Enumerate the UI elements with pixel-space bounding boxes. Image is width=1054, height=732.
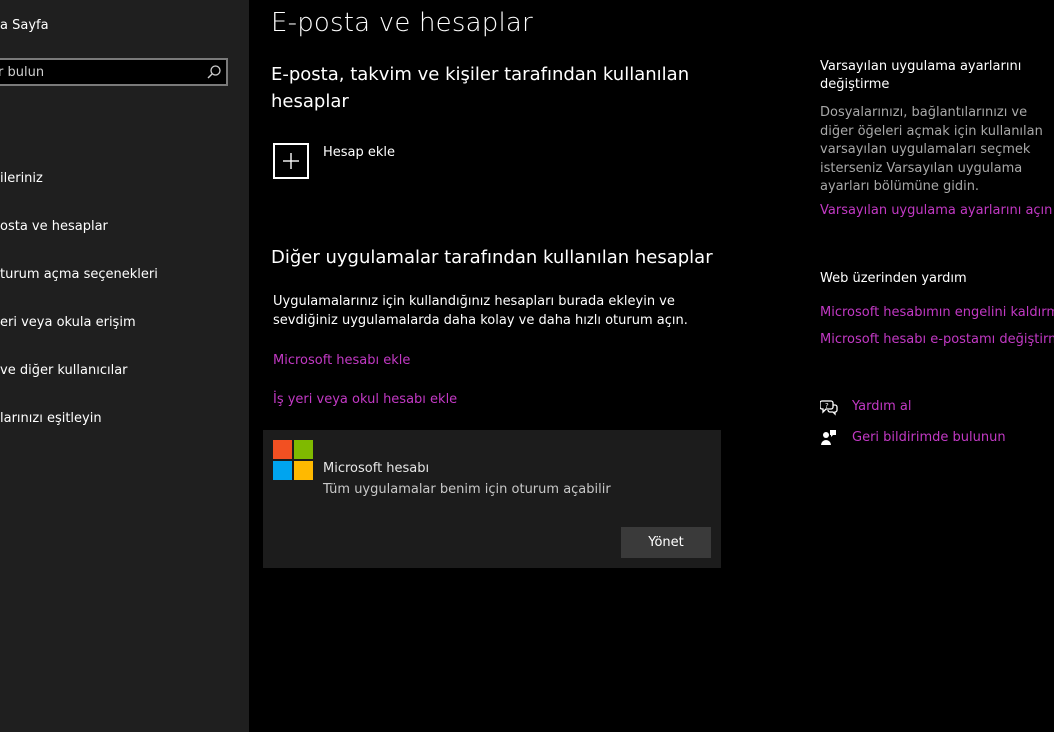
chat-help-icon: ? <box>820 400 838 416</box>
search-icon[interactable] <box>206 64 222 80</box>
unblock-account-link[interactable]: Microsoft hesabımın engelini kaldırma <box>820 305 1054 320</box>
feedback-link[interactable]: Geri bildirimde bulunun <box>852 430 1006 445</box>
sidebar-item-your-info[interactable]: ileriniz <box>0 171 43 186</box>
related-settings-panel: Varsayılan uygulama ayarlarını değiştirm… <box>820 0 1054 732</box>
change-email-link[interactable]: Microsoft hesabı e-postamı değiştirme <box>820 332 1054 347</box>
main-content: E-posta ve hesaplar E-posta, takvim ve k… <box>249 0 809 732</box>
account-sign-in-info: Tüm uygulamalar benim için oturum açabil… <box>323 482 611 497</box>
add-microsoft-account-link[interactable]: Microsoft hesabı ekle <box>273 353 410 368</box>
search-input[interactable] <box>0 60 198 84</box>
feedback-person-icon <box>821 430 836 445</box>
svg-text:?: ? <box>825 402 829 410</box>
web-help-title: Web üzerinden yardım <box>820 271 967 286</box>
add-account-label: Hesap ekle <box>323 145 396 160</box>
sidebar: a Sayfa r ileriniz osta ve hesaplar turu… <box>0 0 249 732</box>
account-type: Microsoft hesabı <box>323 461 430 476</box>
default-apps-title: Varsayılan uygulama ayarlarını değiştirm… <box>820 59 1022 92</box>
add-work-school-account-link[interactable]: İş yeri veya okul hesabı ekle <box>273 392 457 407</box>
default-apps-description: Dosyalarınızı, bağlantılarınızı ve diğer… <box>820 105 1043 194</box>
sidebar-item-sign-in-options[interactable]: turum açma seçenekleri <box>0 267 158 282</box>
sidebar-item-sync-settings[interactable]: larınızı eşitleyin <box>0 411 102 426</box>
plus-icon <box>283 153 299 169</box>
sidebar-item-access-work-school[interactable]: eri veya okula erişim <box>0 315 136 330</box>
other-apps-description: Uygulamalarınız için kullandığınız hesap… <box>273 294 688 328</box>
plus-icon-box[interactable] <box>273 143 309 179</box>
section-other-apps-title: Diğer uygulamalar tarafından kullanılan … <box>271 247 713 268</box>
open-default-apps-link[interactable]: Varsayılan uygulama ayarlarını açın <box>820 203 1052 218</box>
search-box[interactable] <box>0 58 228 86</box>
feedback-row[interactable]: Geri bildirimde bulunun <box>820 429 1054 449</box>
get-help-link[interactable]: Yardım al <box>852 399 911 414</box>
sidebar-item-family-other-users[interactable]: ve diğer kullanıcılar <box>0 363 128 378</box>
sidebar-home-link[interactable]: a Sayfa <box>0 18 49 33</box>
add-account-button[interactable]: Hesap ekle <box>273 143 573 185</box>
sidebar-item-email-accounts[interactable]: osta ve hesaplar <box>0 219 108 234</box>
page-title: E-posta ve hesaplar <box>271 8 533 38</box>
section-email-calendar-title: E-posta, takvim ve kişiler tarafından ku… <box>271 64 690 112</box>
microsoft-logo-icon <box>273 440 313 480</box>
manage-button[interactable]: Yönet <box>621 527 711 558</box>
account-card[interactable]: Microsoft hesabı Tüm uygulamalar benim i… <box>263 430 721 568</box>
get-help-row[interactable]: ? Yardım al <box>820 398 1054 418</box>
